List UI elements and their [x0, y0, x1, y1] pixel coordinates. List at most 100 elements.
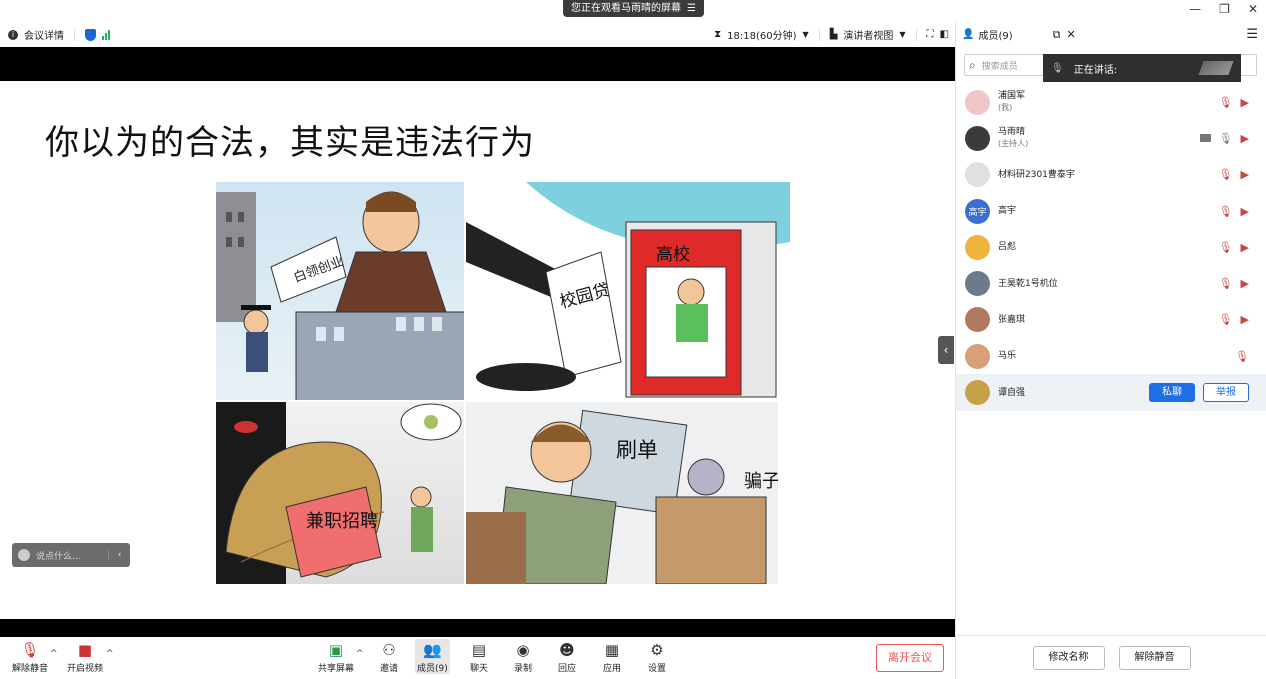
mic-muted-icon[interactable]: 🎙: [1219, 96, 1233, 109]
members-panel: 👤 成员(9) ⧉ ✕ ☰ ⌕ 搜索成员 🎙 正在讲话: 浦国军(我) 🎙 ▶: [955, 22, 1266, 679]
restore-button[interactable]: ❐: [1219, 2, 1230, 16]
members-icon: 👤: [962, 29, 975, 40]
job-sign-text: 兼职招聘: [306, 511, 378, 532]
minimize-button[interactable]: —: [1189, 2, 1201, 16]
record-button[interactable]: ◉ 录制: [512, 639, 534, 674]
members-header: 👤 成员(9) ⧉ ✕ ☰: [956, 22, 1266, 47]
meeting-details-button[interactable]: 会议详情: [24, 27, 64, 42]
shield-icon[interactable]: [85, 28, 96, 41]
meeting-toolbar: 🎙 解除静音 ^ ■ 开启视频 ^ ▣ 共享屏幕 ^ ⚇ 邀请 👥 成员(9) …: [0, 637, 955, 679]
member-name: 张嘉琪: [998, 314, 1026, 325]
react-button[interactable]: ☻ 回应: [556, 639, 578, 674]
mic-icon[interactable]: 🎙: [1219, 132, 1233, 145]
share-screen-icon: ▣: [328, 641, 344, 659]
share-screen-button[interactable]: ▣ 共享屏幕: [318, 639, 354, 674]
watching-banner[interactable]: 您正在观看马雨晴的屏幕 ☰: [563, 0, 704, 17]
chat-button[interactable]: ▤ 聊天: [468, 639, 490, 674]
camera-off-icon[interactable]: ▶: [1241, 132, 1249, 145]
view-mode-button[interactable]: 演讲者视图: [843, 27, 893, 42]
chat-bubble-icon: ▤: [471, 641, 487, 659]
chevron-up-icon[interactable]: ^: [356, 649, 364, 659]
mic-muted-icon[interactable]: 🎙: [1219, 241, 1233, 254]
fullscreen-icon[interactable]: ⛶: [927, 29, 934, 40]
unmute-label: 解除静音: [12, 664, 49, 674]
unmute-button[interactable]: 🎙 解除静音: [12, 639, 48, 674]
menu-lines-icon: ☰: [687, 3, 696, 14]
comic-panel-brushing-fraud: 刷单 骗子: [466, 402, 778, 584]
members-footer: 修改名称 解除静音: [956, 635, 1266, 679]
collapse-sidebar-tab[interactable]: ‹: [938, 336, 954, 364]
member-role: (主持人): [998, 139, 1029, 149]
settings-button[interactable]: ⚙ 设置: [646, 639, 668, 674]
avatar: [965, 271, 990, 297]
member-row[interactable]: 谭自强 私聊 举报: [956, 374, 1266, 411]
avatar: [965, 343, 990, 369]
private-chat-button[interactable]: 私聊: [1149, 383, 1195, 403]
react-label: 回应: [557, 664, 576, 674]
gear-icon: ⚙: [650, 641, 664, 659]
search-icon: ⌕: [969, 57, 976, 72]
members-button[interactable]: 👥 成员(9): [415, 639, 450, 674]
sidebar-toggle-icon[interactable]: ◧: [940, 29, 949, 40]
smiley-icon[interactable]: [18, 549, 30, 561]
apps-grid-icon: ▦: [604, 641, 620, 659]
close-button[interactable]: ✕: [1248, 2, 1258, 16]
mic-muted-icon[interactable]: 🎙: [1219, 313, 1233, 326]
popout-icon[interactable]: ⧉: [1053, 28, 1061, 42]
signal-icon[interactable]: [102, 29, 110, 40]
member-row[interactable]: 王昊乾1号机位 🎙 ▶: [956, 265, 1266, 301]
members-title: 成员(9): [978, 31, 1013, 42]
leave-meeting-button[interactable]: 离开会议: [876, 644, 944, 672]
member-name: 材料研2301曹泰宇: [998, 169, 1075, 180]
member-row[interactable]: 浦国军 (我) 🎙 ▶: [956, 84, 1266, 120]
comic-panel-startup: 白领创业: [216, 182, 464, 400]
member-name: 王昊乾1号机位: [998, 278, 1058, 289]
invite-button[interactable]: ⚇ 邀请: [378, 639, 400, 674]
search-placeholder: 搜索成员: [981, 61, 1018, 72]
members-label: 成员(9): [417, 664, 448, 674]
mic-muted-icon[interactable]: 🎙: [1219, 205, 1233, 218]
mic-muted-icon[interactable]: 🎙: [1219, 277, 1233, 290]
member-role: (我): [998, 103, 1013, 113]
share-screen-label: 共享屏幕: [318, 664, 355, 674]
apps-button[interactable]: ▦ 应用: [601, 639, 623, 674]
chevron-up-icon[interactable]: ^: [50, 649, 58, 659]
report-button[interactable]: 举报: [1203, 383, 1249, 403]
window-controls: — ❐ ✕: [1189, 2, 1258, 16]
member-row[interactable]: 马雨晴 (主持人) 🎙 ▶: [956, 120, 1266, 156]
chevron-down-icon[interactable]: ▼: [803, 30, 809, 39]
apps-label: 应用: [602, 664, 621, 674]
member-row[interactable]: 张嘉琪 🎙 ▶: [956, 302, 1266, 338]
member-row[interactable]: 马乐 🎙: [956, 338, 1266, 374]
member-list: 浦国军 (我) 🎙 ▶ 马雨晴 (主持人) 🎙 ▶ 材料研2301曹泰宇 🎙 ▶ 高宇 高…: [956, 84, 1266, 411]
avatar: [965, 380, 990, 406]
member-row[interactable]: 材料研2301曹泰宇 🎙 ▶: [956, 157, 1266, 193]
chat-quick-input[interactable]: 说点什么... ‹: [12, 543, 130, 567]
chevron-left-icon[interactable]: ‹: [108, 550, 130, 560]
letterbox-top: [0, 47, 955, 81]
chevron-down-icon[interactable]: ▼: [899, 30, 905, 39]
settings-label: 设置: [647, 664, 666, 674]
member-row[interactable]: 吕彪 🎙 ▶: [956, 229, 1266, 265]
rename-button[interactable]: 修改名称: [1032, 645, 1105, 670]
camera-off-icon[interactable]: ▶: [1241, 241, 1249, 254]
add-user-icon: ⚇: [382, 641, 396, 659]
member-name: 马雨晴: [998, 127, 1026, 138]
close-icon[interactable]: ✕: [1066, 28, 1075, 42]
title-bar: 您正在观看马雨晴的屏幕 ☰ — ❐ ✕: [0, 0, 1266, 22]
menu-icon[interactable]: ☰: [1246, 27, 1258, 42]
camera-off-icon[interactable]: ▶: [1241, 96, 1249, 109]
mic-muted-icon[interactable]: 🎙: [1219, 168, 1233, 181]
emoji-react-icon: ☻: [559, 641, 575, 659]
speaking-indicator: 🎙 正在讲话:: [1043, 54, 1241, 82]
camera-off-icon[interactable]: ▶: [1241, 168, 1249, 181]
camera-off-icon[interactable]: ▶: [1241, 205, 1249, 218]
chevron-up-icon[interactable]: ^: [106, 649, 114, 659]
camera-off-icon[interactable]: ▶: [1241, 277, 1249, 290]
mic-muted-icon[interactable]: 🎙: [1235, 350, 1249, 363]
unmute-all-button[interactable]: 解除静音: [1118, 645, 1191, 670]
member-row[interactable]: 高宇 高宇 🎙 ▶: [956, 193, 1266, 229]
camera-off-icon[interactable]: ▶: [1241, 313, 1249, 326]
avatar: 高宇: [965, 198, 990, 224]
start-video-button[interactable]: ■ 开启视频: [67, 639, 103, 674]
